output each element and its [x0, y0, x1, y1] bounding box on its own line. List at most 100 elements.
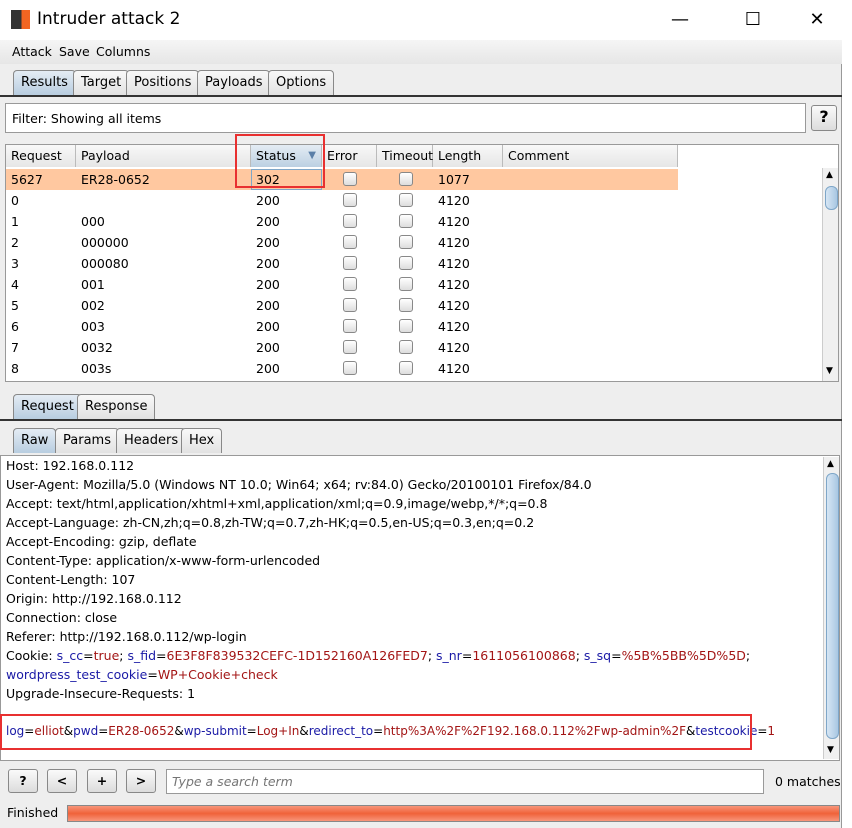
cell-request: 6: [11, 319, 19, 334]
header-line: Content-Length: 107: [6, 572, 136, 587]
header-line: Accept-Language: zh-CN,zh;q=0.8,zh-TW;q=…: [6, 515, 535, 530]
scroll-thumb[interactable]: [825, 186, 838, 210]
timeout-checkbox: [399, 172, 413, 186]
cell-request: 8: [11, 361, 19, 376]
cell-request: 5627: [11, 172, 43, 187]
column-header-comment[interactable]: Comment: [503, 145, 678, 167]
param-value: WP+Cookie+check: [157, 667, 278, 682]
filter-label: Filter: Showing all items: [12, 111, 162, 126]
cell-status: 200: [256, 361, 280, 376]
search-help-button[interactable]: ?: [8, 769, 38, 793]
error-checkbox: [343, 235, 357, 249]
intruder-window: Intruder attack 2 — ☐ ✕ Attack Save Colu…: [0, 0, 842, 828]
header-line: Accept: text/html,application/xhtml+xml,…: [6, 496, 548, 511]
column-label: Request: [11, 148, 62, 163]
param-name: s_nr: [436, 648, 462, 663]
menu-columns[interactable]: Columns: [96, 44, 150, 59]
table-row[interactable]: 6 003 200 4120: [6, 316, 678, 337]
param-value: true: [93, 648, 120, 663]
error-checkbox: [343, 361, 357, 375]
editor-scrollbar[interactable]: ▲ ▼: [823, 457, 839, 759]
cell-payload: 000080: [81, 256, 129, 271]
cell-request: 7: [11, 340, 19, 355]
scroll-thumb[interactable]: [826, 473, 839, 739]
column-label: Length: [438, 148, 482, 163]
scroll-up-icon[interactable]: ▲: [826, 170, 833, 180]
cell-length: 4120: [438, 256, 470, 271]
title-bar: Intruder attack 2 — ☐ ✕: [0, 0, 842, 40]
error-checkbox: [343, 298, 357, 312]
status-annotation-box: [235, 134, 325, 188]
cell-length: 4120: [438, 340, 470, 355]
table-scrollbar[interactable]: ▲ ▼: [822, 168, 838, 381]
cell-payload: 001: [81, 277, 105, 292]
column-label: Comment: [508, 148, 570, 163]
param-name: s_cc: [56, 648, 84, 663]
cell-status: 200: [256, 214, 280, 229]
search-input[interactable]: [166, 769, 764, 794]
param-value: 1: [767, 724, 776, 738]
cell-request: 1: [11, 214, 19, 229]
table-row[interactable]: 4 001 200 4120: [6, 274, 678, 295]
tab-positions[interactable]: Positions: [126, 70, 200, 95]
cell-length: 4120: [438, 319, 470, 334]
cookie-line: Cookie: s_cc=true; s_fid=6E3F8F839532CEF…: [6, 648, 751, 663]
tab-raw[interactable]: Raw: [13, 428, 57, 453]
tab-params[interactable]: Params: [55, 428, 119, 453]
table-row[interactable]: 5627 ER28-0652 302 1077: [6, 169, 678, 190]
table-row[interactable]: 8 003s 200 4120: [6, 358, 678, 379]
param-name: s_sq: [583, 648, 612, 663]
table-row[interactable]: 5 002 200 4120: [6, 295, 678, 316]
column-header-length[interactable]: Length: [433, 145, 503, 167]
search-prev-button[interactable]: <: [47, 769, 77, 793]
maximize-icon[interactable]: ☐: [733, 6, 773, 34]
filter-bar[interactable]: Filter: Showing all items: [5, 103, 806, 133]
column-header-request[interactable]: Request: [6, 145, 76, 167]
header-line: Connection: close: [6, 610, 118, 625]
tab-response[interactable]: Response: [77, 394, 156, 419]
timeout-checkbox: [399, 256, 413, 270]
table-row[interactable]: 7 0032 200 4120: [6, 337, 678, 358]
help-button[interactable]: ?: [811, 105, 837, 131]
cell-payload: 000000: [81, 235, 129, 250]
search-next-button[interactable]: >: [126, 769, 156, 793]
column-label: Error: [327, 148, 358, 163]
table-row[interactable]: 2 000000 200 4120: [6, 232, 678, 253]
search-options-button[interactable]: +: [87, 769, 117, 793]
param-name: wordpress_test_cookie: [6, 667, 148, 682]
tab-results[interactable]: Results: [13, 70, 76, 95]
table-row[interactable]: 3 000080 200 4120: [6, 253, 678, 274]
column-header-payload[interactable]: Payload: [76, 145, 251, 167]
scroll-down-icon[interactable]: ▼: [827, 745, 834, 755]
error-checkbox: [343, 214, 357, 228]
timeout-checkbox: [399, 193, 413, 207]
menu-attack[interactable]: Attack: [12, 44, 52, 59]
timeout-checkbox: [399, 340, 413, 354]
menu-save[interactable]: Save: [59, 44, 90, 59]
scroll-down-icon[interactable]: ▼: [826, 366, 833, 376]
close-icon[interactable]: ✕: [797, 6, 837, 34]
column-header-error[interactable]: Error: [322, 145, 377, 167]
timeout-checkbox: [399, 298, 413, 312]
error-checkbox: [343, 277, 357, 291]
cell-request: 4: [11, 277, 19, 292]
table-row[interactable]: 1 000 200 4120: [6, 211, 678, 232]
timeout-checkbox: [399, 361, 413, 375]
minimize-icon[interactable]: —: [660, 6, 700, 34]
param-name: s_fid: [127, 648, 157, 663]
scroll-up-icon[interactable]: ▲: [827, 459, 834, 469]
timeout-checkbox: [399, 277, 413, 291]
error-checkbox: [343, 256, 357, 270]
header-line: User-Agent: Mozilla/5.0 (Windows NT 10.0…: [6, 477, 592, 492]
tab-target[interactable]: Target: [73, 70, 130, 95]
tab-request[interactable]: Request: [13, 394, 82, 419]
tab-hex[interactable]: Hex: [181, 428, 223, 453]
progress-bar: [67, 805, 840, 822]
tab-payloads[interactable]: Payloads: [197, 70, 271, 95]
tab-headers[interactable]: Headers: [116, 428, 187, 453]
table-row[interactable]: 0 200 4120: [6, 190, 678, 211]
timeout-checkbox: [399, 319, 413, 333]
cell-status: 200: [256, 193, 280, 208]
column-header-timeout[interactable]: Timeout: [377, 145, 433, 167]
tab-options[interactable]: Options: [268, 70, 335, 95]
